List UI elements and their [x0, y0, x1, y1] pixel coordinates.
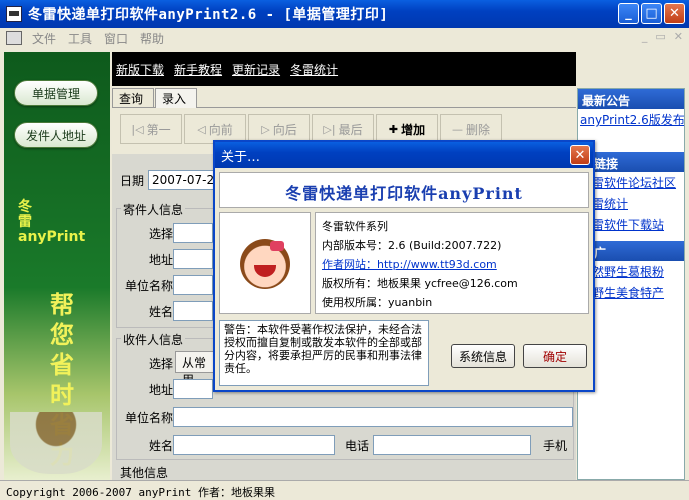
vertical-logo: 冬雷anyPrint: [18, 199, 86, 245]
sender-company-label: 单位名称: [124, 279, 173, 293]
next-label: 向后: [272, 122, 297, 137]
ok-button[interactable]: 确定: [523, 344, 587, 368]
receiver-section-title: 收件人信息: [121, 331, 186, 348]
link-new-version[interactable]: 新版下载: [116, 61, 164, 78]
dialog-banner: 冬雷快递单打印软件anyPrint: [219, 172, 589, 208]
mdi-controls: _ ▭ ✕: [642, 30, 683, 43]
mdi-close-icon[interactable]: ✕: [674, 30, 683, 43]
menu-help[interactable]: 帮助: [134, 30, 170, 47]
last-icon: ▷|: [323, 122, 336, 136]
minimize-button[interactable]: _: [618, 3, 639, 24]
app-icon: [6, 6, 22, 22]
menu-bar: 文件 工具 窗口 帮助 _ ▭ ✕: [0, 28, 689, 48]
document-icon: [6, 31, 22, 45]
sender-select-field[interactable]: [173, 223, 213, 243]
version-text: 内部版本号：2.6 (Build:2007.722): [322, 239, 502, 252]
first-button[interactable]: |◁ 第一: [120, 114, 182, 144]
sender-company-field[interactable]: [173, 275, 213, 295]
add-label: 增加: [401, 122, 426, 137]
about-info: 冬雷软件系列 内部版本号：2.6 (Build:2007.722) 作者网站：h…: [315, 212, 589, 314]
link-changelog[interactable]: 更新记录: [232, 61, 280, 78]
tea-cup-image: [10, 412, 102, 474]
sender-section-title: 寄件人信息: [121, 201, 186, 218]
left-panel: 单据管理 发件人地址 冬雷anyPrint 帮您省时省力: [4, 52, 110, 480]
receiver-company-label: 单位名称: [124, 411, 173, 425]
menu-tools[interactable]: 工具: [62, 30, 98, 47]
link-tutorial[interactable]: 新手教程: [174, 61, 222, 78]
dialog-close-button[interactable]: ✕: [570, 145, 590, 165]
prev-icon: ◁: [197, 122, 206, 136]
website-label[interactable]: 作者网站：: [322, 258, 377, 271]
first-icon: |◁: [131, 122, 144, 136]
minus-icon: —: [451, 122, 463, 136]
window-controls: _ □ ✕: [618, 3, 685, 24]
receiver-select-label: 选择: [148, 357, 173, 371]
receiver-name-label: 姓名: [148, 439, 173, 453]
link-bar: 新版下载 新手教程 更新记录 冬雷统计: [112, 52, 576, 86]
receiver-company-field[interactable]: [173, 407, 573, 427]
receiver-address-field[interactable]: [173, 379, 213, 399]
licensee-text: 使用权所属：yuanbin: [322, 296, 433, 309]
first-label: 第一: [146, 122, 171, 137]
next-icon: ▷: [261, 122, 270, 136]
tab-query[interactable]: 查询: [112, 88, 155, 107]
sender-address-label: 地址: [148, 253, 173, 267]
plus-icon: ✚: [388, 122, 399, 136]
maximize-button[interactable]: □: [641, 3, 662, 24]
avatar-frame: [219, 212, 311, 314]
sidebar-btn-sender-address[interactable]: 发件人地址: [14, 122, 98, 148]
delete-label: 删除: [465, 122, 490, 137]
mdi-restore-icon[interactable]: ▭: [655, 30, 665, 43]
title-bar: 冬雷快递单打印软件anyPrint2.6 - [单据管理打印] _ □ ✕: [0, 0, 689, 28]
last-label: 最后: [338, 122, 363, 137]
phone-label: 电话: [345, 439, 370, 453]
cartoon-avatar-icon: [240, 239, 290, 289]
window-title: 冬雷快递单打印软件anyPrint2.6 - [单据管理打印]: [28, 7, 389, 23]
sidebar-btn-orders[interactable]: 单据管理: [14, 80, 98, 106]
sender-name-label: 姓名: [148, 305, 173, 319]
sender-select-label: 选择: [148, 227, 173, 241]
about-dialog: 关于… ✕ 冬雷快递单打印软件anyPrint 冬雷软件系列 内部版本号：2.6…: [213, 140, 595, 392]
close-button[interactable]: ✕: [664, 3, 685, 24]
website-link[interactable]: http://www.tt93d.com: [377, 258, 497, 271]
warning-textbox[interactable]: 警告：本软件受著作权法保护，未经合法授权而擅自复制或散发本软件的全部或部分内容，…: [219, 320, 429, 386]
prev-label: 向前: [208, 122, 233, 137]
news-link[interactable]: anyPrint2.6版发布: [578, 109, 684, 130]
receiver-name-field[interactable]: [173, 435, 335, 455]
date-label: 日期: [120, 173, 145, 188]
copyright-text: 版权所有：地板果果 ycfree@126.com: [322, 277, 518, 290]
news-header: 最新公告: [578, 89, 684, 109]
menu-file[interactable]: 文件: [26, 30, 62, 47]
mobile-label: 手机: [543, 439, 568, 453]
mdi-minimize-icon[interactable]: _: [642, 30, 648, 43]
phone-field[interactable]: [373, 435, 531, 455]
status-bar: Copyright 2006-2007 anyPrint 作者：地板果果: [0, 480, 689, 500]
system-info-button[interactable]: 系统信息: [451, 344, 515, 368]
link-stats[interactable]: 冬雷统计: [290, 61, 338, 78]
tab-entry[interactable]: 录入: [155, 88, 198, 108]
other-info-title: 其他信息: [120, 466, 169, 480]
menu-window[interactable]: 窗口: [98, 30, 134, 47]
tab-strip: 查询 录入: [112, 88, 576, 108]
receiver-address-label: 地址: [148, 383, 173, 397]
dialog-title: 关于…: [215, 142, 593, 168]
series-text: 冬雷软件系列: [322, 220, 388, 233]
website-line: 作者网站：http://www.tt93d.com: [322, 255, 582, 274]
sender-address-field[interactable]: [173, 249, 213, 269]
sender-name-field[interactable]: [173, 301, 213, 321]
